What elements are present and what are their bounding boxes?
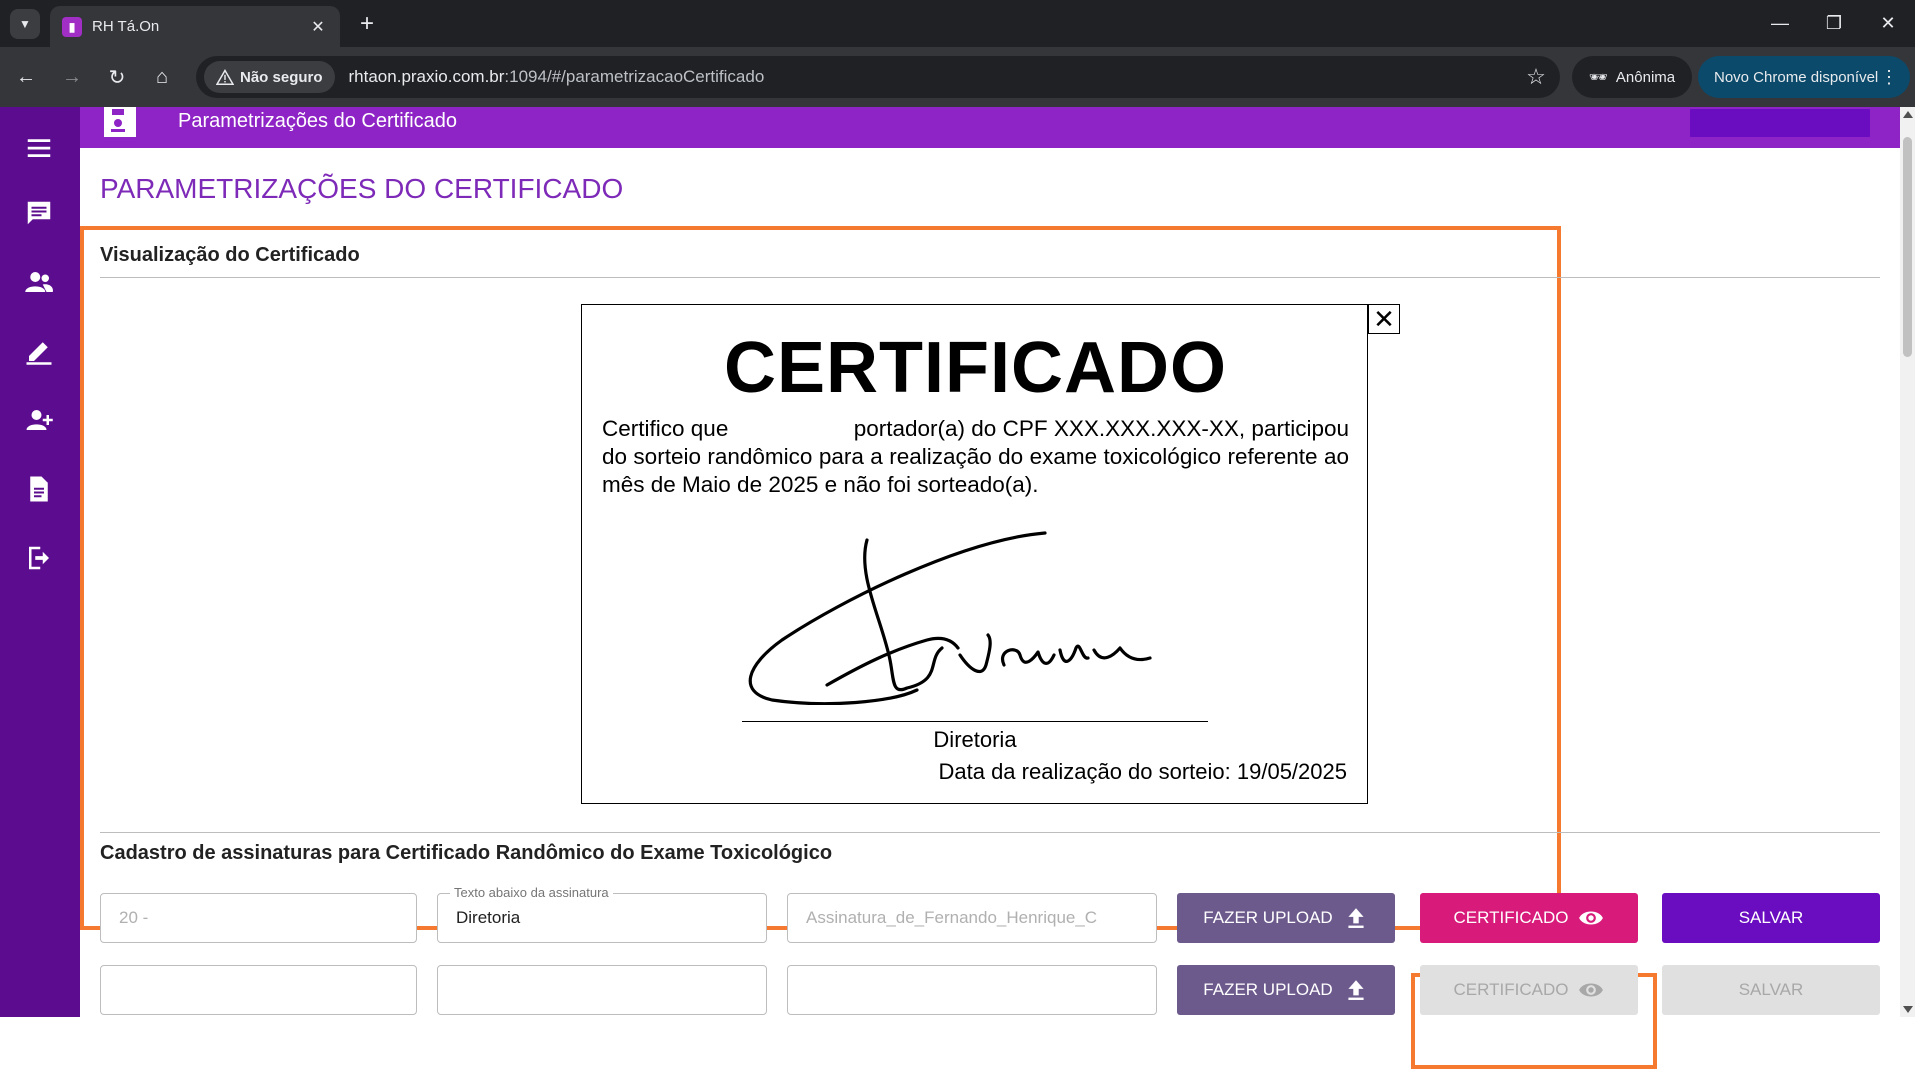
signature-caption-field-2[interactable] [437,965,767,1015]
signature-file-field[interactable]: Assinatura_de_Fernando_Henrique_C [787,893,1157,943]
page-title: PARAMETRIZAÇÕES DO CERTIFICADO [100,173,624,204]
browser-tab[interactable]: ▮ RH Tá.On ✕ [50,6,340,47]
chrome-update-chip[interactable]: Novo Chrome disponível ⋮ [1698,56,1910,98]
signature-image [748,531,1152,705]
edit-icon[interactable] [22,334,56,368]
minimize-icon[interactable]: — [1760,8,1800,38]
users-icon[interactable] [22,265,56,299]
close-preview-button[interactable]: ✕ [1368,304,1400,334]
logout-icon[interactable] [22,541,56,575]
draw-date: Data da realização do sorteio: 19/05/202… [938,759,1347,784]
scroll-down-icon[interactable] [1903,1006,1913,1013]
window-close-icon[interactable]: ✕ [1868,8,1908,38]
certificate-heading: CERTIFICADO [724,328,1227,408]
preview-divider [100,277,1880,278]
page-scrollbar[interactable] [1900,107,1915,1017]
tab-search-button[interactable]: ▼ [10,9,40,39]
signature-caption-value: Diretoria [456,908,521,927]
address-bar[interactable]: Não seguro rhtaon.praxio.com.br:1094/#/p… [196,56,1560,98]
certificate-body: Certifico que portador(a) do CPF XXX.XXX… [602,416,1356,497]
more-options-icon[interactable]: ⋮ [1880,67,1898,88]
sidebar [0,107,80,1017]
certificate-button-label-2: CERTIFICADO [1453,980,1569,999]
preview-section-title: Visualização do Certificado [100,244,360,266]
order-field[interactable]: 20 - [100,893,417,943]
upload-icon [1348,980,1364,1000]
chat-icon[interactable] [22,196,56,230]
bookmark-star-icon[interactable]: ☆ [1520,64,1552,90]
add-user-icon[interactable] [22,403,56,437]
order-field-2[interactable] [100,965,417,1015]
certificate-preview: CERTIFICADO Certifico que portador(a) do… [581,304,1368,804]
reload-icon[interactable]: ↻ [101,61,133,93]
upload-icon [1348,908,1364,928]
document-icon[interactable] [22,472,56,506]
save-button[interactable]: SALVAR [1662,893,1880,943]
forward-icon[interactable]: → [56,61,88,93]
tab-title: RH Tá.On [92,18,160,35]
signature-file-field-2[interactable] [787,965,1157,1015]
upload-button-label: FAZER UPLOAD [1203,908,1333,927]
scroll-up-icon[interactable] [1903,111,1913,118]
certificate-preview-button[interactable]: CERTIFICADO [1420,893,1638,943]
app-header: Parametrizações do Certificado [80,107,1900,148]
home-icon[interactable]: ⌂ [146,61,178,93]
browser-tab-bar: ▼ ▮ RH Tá.On ✕ + — ❐ ✕ [0,0,1915,47]
save-button-2[interactable]: SALVAR [1662,965,1880,1015]
certificate-button-label: CERTIFICADO [1453,908,1569,927]
url-host: rhtaon.praxio.com.br [348,67,505,86]
tab-favicon-icon: ▮ [62,16,82,37]
header-action-area[interactable] [1690,109,1870,137]
upload-button[interactable]: FAZER UPLOAD [1177,893,1395,943]
back-icon[interactable]: ← [10,61,42,93]
url-path: :1094/#/parametrizacaoCertificado [504,67,765,86]
security-label: Não seguro [240,68,323,86]
incognito-icon: 🕶 [1588,69,1608,86]
signer-role: Diretoria [933,727,1017,752]
app-viewport: Parametrizações do Certificado PARAMETRI… [0,107,1915,1069]
eye-icon [1579,911,1604,925]
warning-icon [216,69,234,85]
restore-icon[interactable]: ❐ [1814,8,1854,38]
form-divider [100,832,1880,833]
header-title: Parametrizações do Certificado [178,110,458,132]
signature-caption-field[interactable]: Texto abaixo da assinatura Diretoria [437,885,767,943]
scroll-thumb[interactable] [1903,137,1912,357]
incognito-chip[interactable]: 🕶 Anônima [1572,56,1692,98]
menu-icon[interactable] [22,131,56,165]
incognito-label: Anônima [1615,68,1676,86]
url-text[interactable]: rhtaon.praxio.com.br:1094/#/parametrizac… [349,67,1520,87]
certificate-preview-button-2[interactable]: CERTIFICADO [1420,965,1638,1015]
signature-line [742,721,1208,722]
browser-toolbar: ← → ↻ ⌂ Não seguro rhtaon.praxio.com.br:… [0,47,1915,107]
app-logo-icon [104,107,136,137]
form-section-title: Cadastro de assinaturas para Certificado… [100,842,833,864]
new-tab-button[interactable]: + [352,9,382,39]
tab-close-icon[interactable]: ✕ [308,17,328,37]
upload-button-label-2: FAZER UPLOAD [1203,980,1333,999]
update-label: Novo Chrome disponível [1714,68,1879,86]
upload-button-2[interactable]: FAZER UPLOAD [1177,965,1395,1015]
security-chip[interactable]: Não seguro [204,61,335,93]
signature-caption-label: Texto abaixo da assinatura [450,885,613,900]
eye-icon [1579,983,1604,997]
